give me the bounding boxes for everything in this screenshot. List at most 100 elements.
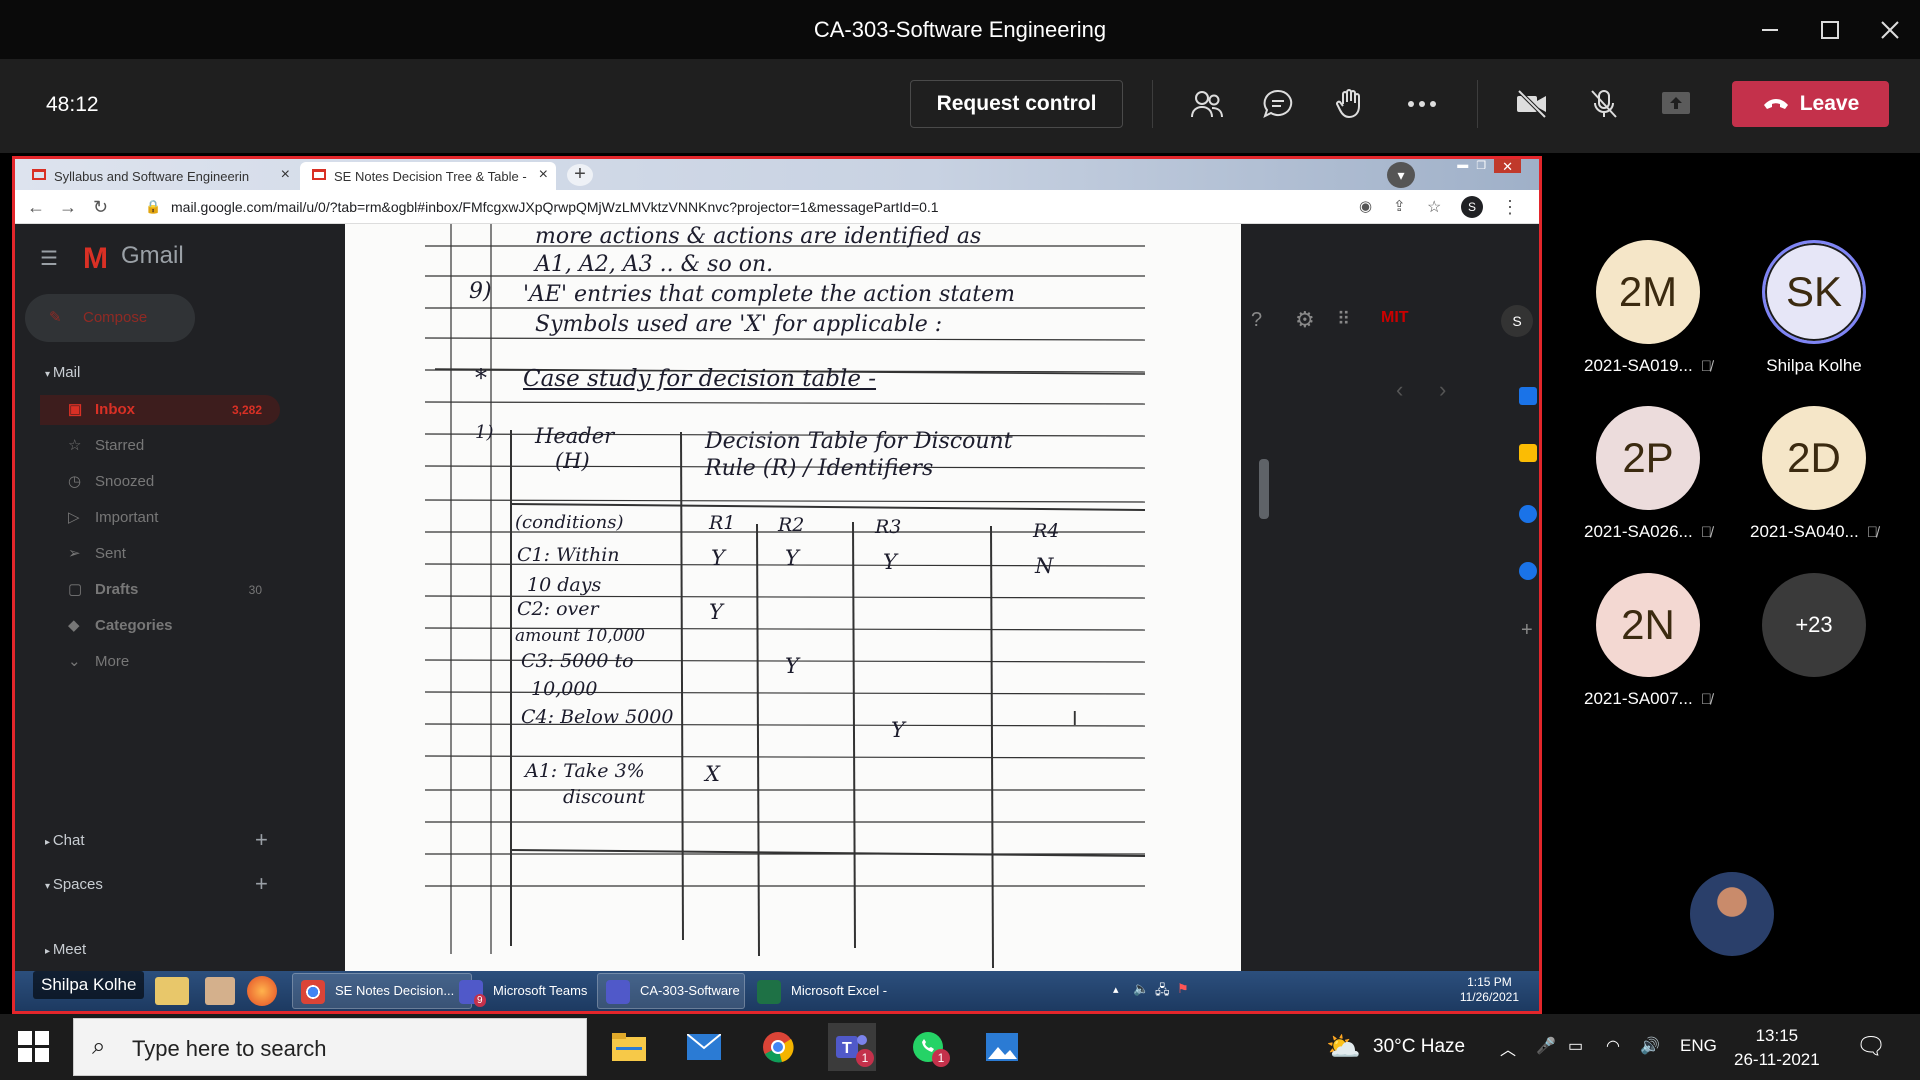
participant-tile[interactable]: SK Shilpa Kolhe	[1734, 240, 1894, 376]
tray-expand-icon[interactable]: ︿	[1500, 1036, 1516, 1060]
mic-off-icon[interactable]	[1582, 82, 1626, 126]
participant-tile[interactable]: 2D 2021-SA040... 🎙̸	[1734, 406, 1894, 542]
contacts-icon[interactable]	[1519, 562, 1537, 580]
volume-icon[interactable]: 🔈	[1133, 981, 1149, 997]
close-icon[interactable]	[1870, 10, 1910, 50]
help-icon[interactable]: ?	[1251, 309, 1262, 332]
participant-tile[interactable]: 2M 2021-SA019... 🎙̸	[1568, 240, 1728, 376]
add-addon-icon[interactable]: +	[1521, 619, 1533, 642]
phone-hangup-icon	[1762, 92, 1790, 116]
tab-se-notes[interactable]: SE Notes Decision Tree & Table - ×	[300, 162, 556, 190]
spaces-section-label[interactable]: ▾ Spaces	[45, 876, 103, 893]
back-icon[interactable]: ←	[27, 197, 45, 218]
chevron-right-icon[interactable]: ›	[1439, 377, 1446, 403]
raise-hand-icon[interactable]	[1328, 82, 1372, 126]
taskbar-clock[interactable]: 13:15 26-11-2021	[1734, 1024, 1820, 1072]
share-screen-icon[interactable]	[1654, 82, 1698, 126]
table-cell: Y	[891, 718, 905, 742]
close-icon[interactable]: ✕	[1494, 159, 1521, 174]
avatar: 2M	[1596, 240, 1700, 344]
minimize-icon[interactable]	[1750, 10, 1790, 50]
participant-name-row: 2021-SA026... 🎙̸	[1568, 522, 1728, 542]
eye-icon[interactable]: ◉	[1359, 197, 1372, 215]
tab-search-icon[interactable]: ▾	[1387, 162, 1415, 188]
close-tab-icon[interactable]: ×	[281, 166, 290, 184]
add-chat-icon[interactable]: +	[255, 827, 268, 853]
mail-icon[interactable]	[680, 1023, 728, 1071]
url-text[interactable]: mail.google.com/mail/u/0/?tab=rm&ogbl#in…	[171, 199, 939, 215]
sidebar-item-inbox[interactable]: ▣ Inbox 3,282	[40, 395, 280, 425]
request-control-button[interactable]: Request control	[910, 80, 1123, 128]
wifi-icon[interactable]: ◠	[1606, 1036, 1620, 1056]
minimize-icon[interactable]: ▬	[1457, 159, 1468, 173]
sidebar-item-snoozed[interactable]: ◷ Snoozed	[40, 467, 280, 497]
profile-avatar[interactable]: S	[1461, 196, 1483, 218]
chrome-icon[interactable]	[754, 1023, 802, 1071]
file-explorer-icon[interactable]	[605, 1023, 653, 1071]
task-excel[interactable]: Microsoft Excel - ...	[748, 973, 896, 1009]
whatsapp-icon[interactable]: 1	[904, 1023, 952, 1071]
scrollbar[interactable]	[1259, 459, 1269, 519]
account-avatar[interactable]: S	[1501, 305, 1533, 337]
volume-icon[interactable]: 🔊	[1640, 1036, 1660, 1056]
sidebar-item-categories[interactable]: ◆ Categories	[40, 611, 280, 641]
firefox-icon[interactable]	[247, 976, 277, 1006]
more-options-icon[interactable]	[1400, 82, 1444, 126]
taskbar-search[interactable]: ⌕ Type here to search	[73, 1018, 587, 1076]
hamburger-menu-icon[interactable]: ☰	[40, 246, 58, 271]
notification-center-icon[interactable]: 🗨	[1856, 1032, 1886, 1061]
window-titlebar: CA-303-Software Engineering	[0, 0, 1920, 59]
self-video-thumbnail[interactable]	[1690, 872, 1774, 956]
language-indicator[interactable]: ENG	[1680, 1036, 1717, 1056]
keep-icon[interactable]	[1519, 444, 1537, 462]
task-label: Microsoft Excel - ...	[791, 983, 888, 998]
gear-icon[interactable]: ⚙	[1295, 307, 1315, 333]
task-teams[interactable]: Microsoft Teams 9	[450, 973, 593, 1009]
new-tab-icon[interactable]: +	[567, 164, 593, 186]
bookmark-star-icon[interactable]: ☆	[1427, 197, 1441, 217]
tray-expand-icon[interactable]: ▴	[1113, 983, 1119, 996]
camera-off-icon[interactable]	[1510, 82, 1554, 126]
battery-icon[interactable]: ▭	[1568, 1036, 1583, 1056]
participant-tile[interactable]: 2N 2021-SA007... 🎙̸	[1568, 573, 1728, 709]
sidebar-item-important[interactable]: ▷ Important	[40, 503, 280, 533]
participants-icon[interactable]	[1185, 82, 1229, 126]
teams-taskbar-icon[interactable]: T 1	[828, 1023, 876, 1071]
chat-section-label[interactable]: ▸ Chat	[45, 832, 85, 849]
shared-date: 11/26/2021	[1459, 990, 1519, 1004]
reload-icon[interactable]: ↻	[93, 197, 108, 218]
apps-grid-icon[interactable]: ⠿	[1337, 309, 1350, 330]
sidebar-item-sent[interactable]: ➢ Sent	[40, 539, 280, 569]
meet-section-label[interactable]: ▸ Meet	[45, 941, 86, 958]
chat-icon[interactable]	[1256, 82, 1300, 126]
maximize-icon[interactable]	[1810, 10, 1850, 50]
participant-tile[interactable]: 2P 2021-SA026... 🎙̸	[1568, 406, 1728, 542]
sidebar-item-drafts[interactable]: ▢ Drafts 30	[40, 575, 280, 605]
sidebar-item-more[interactable]: ⌄ More	[40, 647, 280, 677]
sidebar-item-starred[interactable]: ☆ Starred	[40, 431, 280, 461]
close-tab-icon[interactable]: ×	[539, 166, 548, 184]
weather-text[interactable]: 30°C Haze	[1373, 1036, 1465, 1058]
calendar-icon[interactable]	[1519, 387, 1537, 405]
compose-button[interactable]: ✎ Compose	[25, 294, 195, 342]
chevron-left-icon[interactable]: ‹	[1396, 377, 1403, 403]
leave-button[interactable]: Leave	[1732, 81, 1889, 127]
maximize-icon[interactable]: ❐	[1476, 159, 1486, 173]
action-center-icon[interactable]: ⚑	[1177, 981, 1189, 997]
share-icon[interactable]: ⇪	[1393, 197, 1406, 215]
add-space-icon[interactable]: +	[255, 871, 268, 897]
file-explorer-icon[interactable]	[155, 977, 189, 1005]
forward-icon[interactable]: →	[59, 197, 77, 218]
tasks-icon[interactable]	[1519, 505, 1537, 523]
network-icon[interactable]: 🖧	[1155, 981, 1170, 1003]
task-teams-meeting[interactable]: CA-303-Software ...	[597, 973, 745, 1009]
menu-kebab-icon[interactable]: ⋮	[1501, 197, 1519, 218]
task-chrome-se-notes[interactable]: SE Notes Decision...	[292, 973, 472, 1009]
windows-start-icon[interactable]	[18, 1031, 50, 1063]
microphone-icon[interactable]: 🎤	[1536, 1036, 1556, 1056]
tab-syllabus[interactable]: Syllabus and Software Engineerin ×	[20, 162, 298, 190]
photos-icon[interactable]	[978, 1023, 1026, 1071]
more-participants-button[interactable]: +23	[1734, 573, 1894, 677]
media-player-icon[interactable]	[205, 977, 235, 1005]
mail-section-label: ▾ Mail	[45, 364, 81, 381]
